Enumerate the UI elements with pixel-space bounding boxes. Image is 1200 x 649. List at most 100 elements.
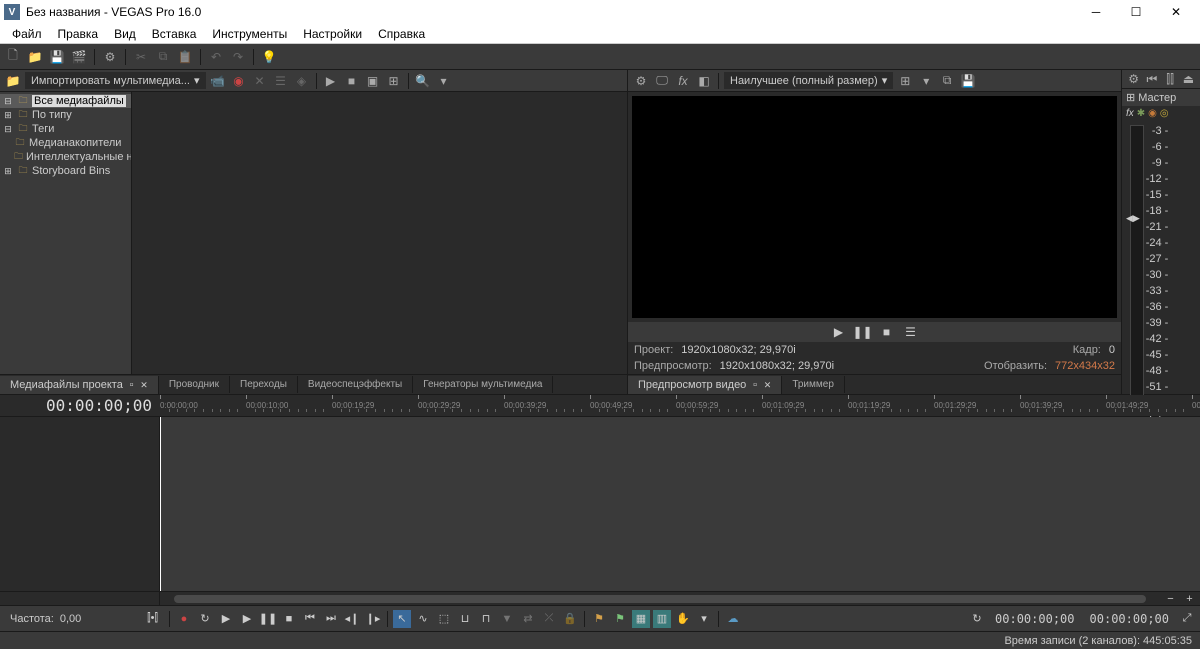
overlay1-icon[interactable]: ▦ (632, 610, 650, 628)
rate-slider-icon[interactable]: ⫿•⫿ (147, 612, 158, 625)
expand-icon[interactable]: ⊞ (2, 165, 14, 177)
tab-media-generators[interactable]: Генераторы мультимедиа (413, 376, 553, 393)
media-props-icon[interactable]: ☰ (272, 72, 290, 90)
properties-icon[interactable]: ⚙ (1126, 70, 1141, 88)
remove-icon[interactable]: ✕ (251, 72, 269, 90)
maximize-button[interactable]: ☐ (1116, 0, 1156, 24)
menu-options[interactable]: Настройки (295, 25, 370, 43)
properties-icon[interactable]: ⚙ (632, 72, 650, 90)
tab-project-media[interactable]: Медиафайлы проекта ▫ ✕ (0, 376, 159, 394)
go-end-icon[interactable]: ⏭ (322, 610, 340, 628)
menu-help[interactable]: Справка (370, 25, 433, 43)
tree-item-media-drives[interactable]: 🗀 Медианакопители (0, 136, 131, 150)
go-start-icon[interactable]: ⏮ (301, 610, 319, 628)
chevron-down-icon[interactable]: ▾ (917, 72, 935, 90)
prev-icon[interactable]: ⏮ (1144, 70, 1159, 88)
track-header-area[interactable] (0, 417, 160, 591)
undo-icon[interactable]: ↶ (207, 48, 225, 66)
prev-frame-icon[interactable]: ◂❙ (343, 610, 361, 628)
fader-handle[interactable]: ◀▶ (1126, 213, 1140, 224)
region-icon[interactable]: ⚑ (611, 610, 629, 628)
faders-icon[interactable]: ⫿⫿ (1163, 70, 1178, 88)
help-icon[interactable]: 💡 (260, 48, 278, 66)
tree-item-all-media[interactable]: ⊟ 🗀 Все медиафайлы (0, 94, 131, 108)
track-area[interactable] (160, 417, 1200, 591)
close-button[interactable]: ✕ (1156, 0, 1196, 24)
play-start-icon[interactable]: ▶ (217, 610, 235, 628)
tree-item-by-type[interactable]: ⊞ 🗀 По типу (0, 108, 131, 122)
play-icon[interactable]: ▶ (322, 72, 340, 90)
collapse-icon[interactable]: ⊟ (2, 95, 14, 107)
search-icon[interactable]: 🔍 (414, 72, 432, 90)
save-icon[interactable]: 💾 (48, 48, 66, 66)
save-frame-icon[interactable]: 💾 (959, 72, 977, 90)
close-tab-icon[interactable]: ✕ (140, 380, 148, 390)
tab-video-fx[interactable]: Видеоспецэффекты (298, 376, 413, 393)
select-tool-icon[interactable]: ⬚ (435, 610, 453, 628)
menu-insert[interactable]: Вставка (144, 25, 205, 43)
marker-icon[interactable]: ▼ (498, 610, 516, 628)
expand-icon[interactable]: ⊞ (2, 109, 14, 121)
mute-icon[interactable]: ◉ (1148, 108, 1157, 119)
grid-icon[interactable]: ⊞ (896, 72, 914, 90)
render-icon[interactable]: 🎬 (70, 48, 88, 66)
close-tab-icon[interactable]: ✕ (764, 380, 772, 390)
uploads-icon[interactable]: ☁ (724, 610, 742, 628)
loop-icon[interactable]: ↻ (196, 610, 214, 628)
record-icon[interactable]: ● (175, 610, 193, 628)
get-media-icon[interactable]: ◉ (230, 72, 248, 90)
tab-explorer[interactable]: Проводник (159, 376, 230, 393)
undock-icon[interactable]: ▫ (753, 379, 757, 391)
menu-view[interactable]: Вид (106, 25, 144, 43)
dim-icon[interactable]: ⏏ (1181, 70, 1196, 88)
tab-trimmer[interactable]: Триммер (782, 376, 845, 393)
menu-tools[interactable]: Инструменты (204, 25, 295, 43)
playhead[interactable] (160, 417, 161, 591)
gear-icon[interactable]: ✱ (1137, 108, 1145, 119)
autoplay-icon[interactable]: ▣ (364, 72, 382, 90)
open-icon[interactable]: 📁 (26, 48, 44, 66)
next-frame-icon[interactable]: ❙▸ (364, 610, 382, 628)
pause-icon[interactable]: ❚❚ (259, 610, 277, 628)
external-monitor-icon[interactable]: 🖵 (653, 72, 671, 90)
pause-icon[interactable]: ❚❚ (854, 323, 872, 341)
autocrossfade-icon[interactable]: ⤫ (540, 610, 558, 628)
tree-item-smart-bins[interactable]: 🗀 Интеллектуальные накопители (0, 150, 131, 164)
menu-file[interactable]: Файл (4, 25, 50, 43)
view-mode-icon[interactable]: ⊞ (385, 72, 403, 90)
autosnap-icon[interactable]: ⊓ (477, 610, 495, 628)
timecode-duration[interactable]: 00:00:00;00 (1084, 612, 1175, 626)
copy-icon[interactable]: ⧉ (154, 48, 172, 66)
video-fx-icon[interactable]: fx (674, 72, 692, 90)
expand-icon[interactable]: ⤢ (1178, 610, 1196, 628)
tab-transitions[interactable]: Переходы (230, 376, 298, 393)
new-project-icon[interactable]: 🗋 (4, 48, 22, 66)
stop-icon[interactable]: ■ (280, 610, 298, 628)
overlay2-icon[interactable]: ▥ (653, 610, 671, 628)
stop-icon[interactable]: ■ (343, 72, 361, 90)
horizontal-scrollbar[interactable] (160, 592, 1160, 605)
play-icon[interactable]: ▶ (238, 610, 256, 628)
snap-icon[interactable]: ⊔ (456, 610, 474, 628)
solo-icon[interactable]: ◎ (1160, 108, 1169, 119)
undock-icon[interactable]: ▫ (130, 379, 134, 391)
collapse-icon[interactable]: ⊟ (2, 123, 14, 135)
cut-icon[interactable]: ✂ (132, 48, 150, 66)
media-content-area[interactable] (132, 92, 627, 374)
timecode-display[interactable]: 00:00:00;00 (0, 395, 160, 416)
redo-icon[interactable]: ↷ (229, 48, 247, 66)
expand-icon[interactable]: ⊞ (1126, 91, 1135, 104)
lock-icon[interactable]: 🔒 (561, 610, 579, 628)
import-media-dropdown[interactable]: Импортировать мультимедиа... ▾ (25, 72, 206, 89)
ripple-icon[interactable]: ⇄ (519, 610, 537, 628)
minimize-button[interactable]: ─ (1076, 0, 1116, 24)
tab-video-preview[interactable]: Предпросмотр видео ▫ ✕ (628, 376, 782, 394)
loop-indicator-icon[interactable]: ↻ (968, 610, 986, 628)
split-screen-icon[interactable]: ◧ (695, 72, 713, 90)
timecode-end[interactable]: 00:00:00;00 (989, 612, 1080, 626)
tree-item-storyboard[interactable]: ⊞ 🗀 Storyboard Bins (0, 164, 131, 178)
preview-quality-dropdown[interactable]: Наилучшее (полный размер) ▾ (724, 72, 893, 89)
properties-icon[interactable]: ⚙ (101, 48, 119, 66)
timeline-ruler[interactable]: 0:00:00;0000:00:10;0000:00:19;2900:00:29… (160, 395, 1200, 416)
envelope-tool-icon[interactable]: ∿ (414, 610, 432, 628)
